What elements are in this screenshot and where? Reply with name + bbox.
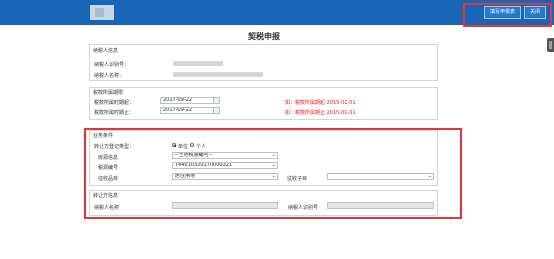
tax-period-title: 税款所属期限 <box>93 90 124 96</box>
calendar-icon[interactable] <box>213 98 219 103</box>
period-start-label: 税款所属时期起： <box>94 100 135 106</box>
period-start-hint: 如：税款所属期起 2015-01-01 <box>285 100 356 106</box>
logo <box>90 5 114 20</box>
period-end-hint: 如：税款所属期止 2015-01-01 <box>285 110 356 116</box>
page-title: 契税申报 <box>248 32 280 41</box>
business-area-highlight <box>84 128 462 219</box>
taxpayer-info-title: 纳税人信息 <box>93 48 119 54</box>
taxpayer-info-section: 纳税人信息 纳税人识别号： 纳税人名称： <box>89 44 438 81</box>
calendar-icon[interactable] <box>213 108 219 113</box>
period-end-input[interactable]: 2017-09-22 <box>160 107 220 114</box>
taxpayer-name-label: 纳税人名称： <box>94 73 125 79</box>
side-panel-tab[interactable] <box>547 38 554 52</box>
taxpayer-id-value <box>173 61 223 66</box>
period-start-input[interactable]: 2017-09-22 <box>160 97 220 104</box>
tax-period-section: 税款所属期限 税款所属时期起： 2017-09-22 如：税款所属期起 2015… <box>89 87 438 120</box>
taxpayer-name-value <box>173 72 263 77</box>
period-end-label: 税款所属时期止： <box>94 110 135 116</box>
taxpayer-id-label: 纳税人识别号： <box>94 62 130 68</box>
header-buttons-highlight <box>463 3 552 27</box>
